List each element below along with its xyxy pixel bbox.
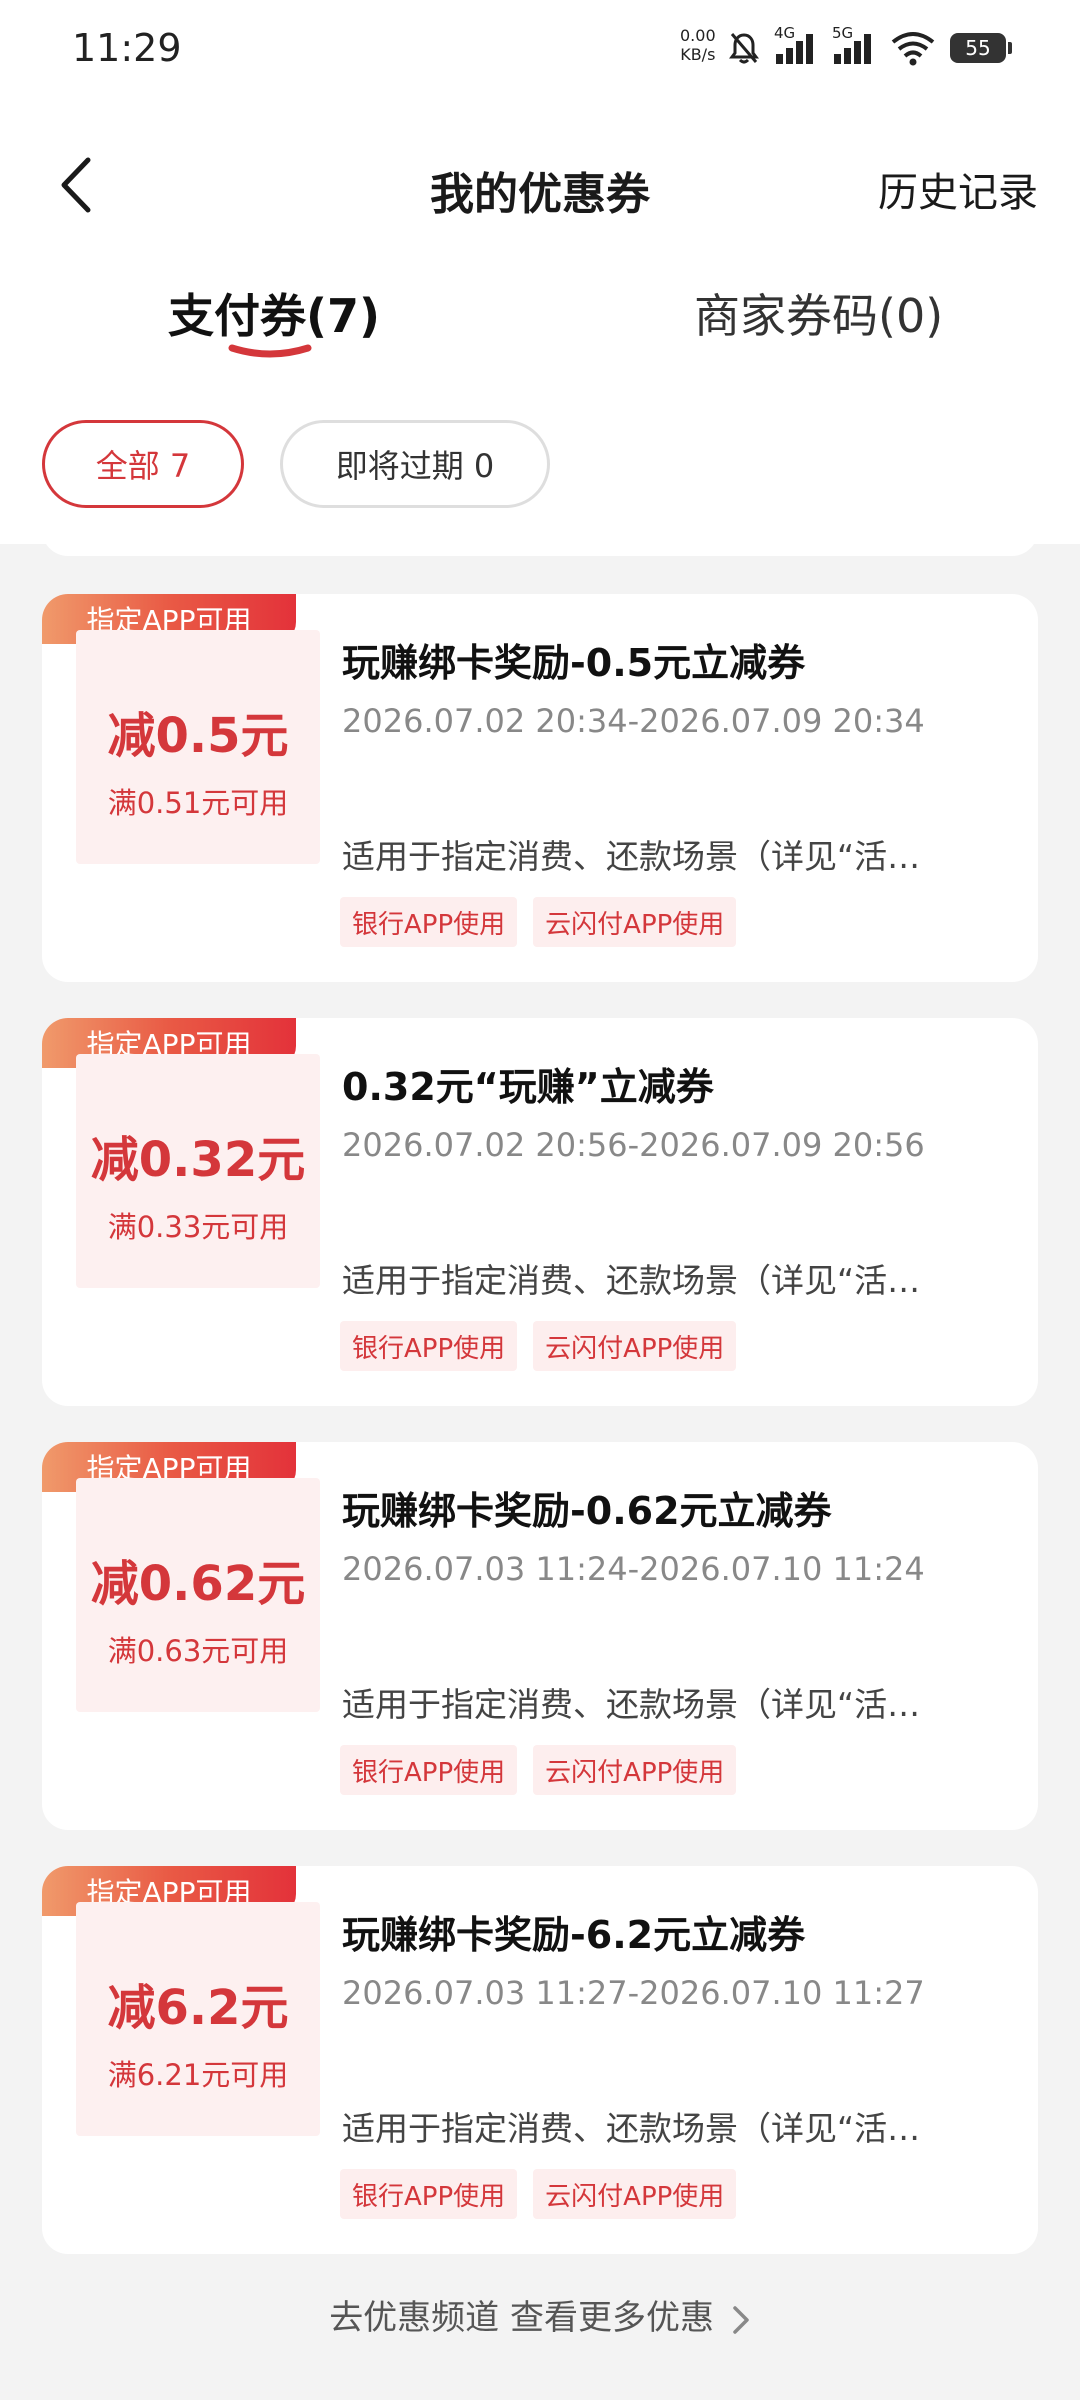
coupon-title: 玩赚绑卡奖励-6.2元立减券 (342, 1913, 806, 1957)
tab-label: 商家券码(0) (694, 289, 944, 343)
status-bar: 11:29 0.00 KB/s 4G 5G 55 (0, 0, 1080, 100)
tag-unionpay-app: 云闪付APP使用 (533, 897, 737, 947)
discount-box: 减0.32元 满0.33元可用 (76, 1054, 320, 1288)
status-icons: 4G 5G 55 (728, 24, 1012, 68)
discount-amount: 减0.32元 (90, 1132, 306, 1188)
coupon-card[interactable]: 指定APP可用 减0.5元 满0.51元可用 玩赚绑卡奖励-0.5元立减券 20… (42, 594, 1038, 982)
coupon-title: 玩赚绑卡奖励-0.5元立减券 (342, 641, 806, 685)
coupon-description: 适用于指定消费、还款场景（详见“活… (342, 1261, 921, 1300)
coupon-validity: 2026.07.03 11:24-2026.07.10 11:24 (342, 1550, 925, 1588)
net-speed-value: 0.00 (680, 26, 716, 45)
tag-bank-app: 银行APP使用 (340, 897, 518, 947)
coupon-tags: 银行APP使用 云闪付APP使用 (340, 897, 737, 947)
tab-payment-coupons[interactable]: 支付券(7) (168, 280, 381, 358)
coupon-tabs: 支付券(7) 商家券码(0) (0, 280, 1080, 380)
discount-box: 减0.5元 满0.51元可用 (76, 630, 320, 864)
coupon-card[interactable]: 指定APP可用 减0.62元 满0.63元可用 玩赚绑卡奖励-0.62元立减券 … (42, 1442, 1038, 1830)
battery-icon: 55 (950, 33, 1012, 63)
coupon-card[interactable]: 指定APP可用 减6.2元 满6.21元可用 玩赚绑卡奖励-6.2元立减券 20… (42, 1866, 1038, 2254)
tag-bank-app: 银行APP使用 (340, 1745, 518, 1795)
net-speed: 0.00 KB/s (680, 26, 716, 64)
coupon-title: 玩赚绑卡奖励-0.62元立减券 (342, 1489, 832, 1533)
discount-amount: 减6.2元 (107, 1980, 289, 2036)
filter-chips: 全部 7 即将过期 0 (42, 420, 550, 508)
bell-muted-icon (729, 33, 759, 64)
more-offers-label: 去优惠频道 查看更多优惠 (329, 2298, 714, 2338)
wifi-icon (891, 32, 935, 66)
discount-threshold: 满6.21元可用 (107, 2058, 289, 2092)
discount-box: 减6.2元 满6.21元可用 (76, 1902, 320, 2136)
discount-box: 减0.62元 满0.63元可用 (76, 1478, 320, 1712)
coupon-list: 指定APP可用 减0.5元 满0.51元可用 玩赚绑卡奖励-0.5元立减券 20… (42, 526, 1038, 2290)
chevron-right-icon (733, 2305, 749, 2334)
coupon-validity: 2026.07.02 20:56-2026.07.09 20:56 (342, 1126, 925, 1164)
tab-merchant-codes[interactable]: 商家券码(0) (694, 280, 943, 346)
coupon-card[interactable]: 指定APP可用 减0.32元 满0.33元可用 0.32元“玩赚”立减券 202… (42, 1018, 1038, 1406)
discount-threshold: 满0.33元可用 (107, 1210, 289, 1244)
coupon-description: 适用于指定消费、还款场景（详见“活… (342, 1685, 921, 1724)
signal-5g-label: 5G (832, 24, 854, 42)
coupon-card-partial (42, 526, 1038, 556)
discount-threshold: 满0.51元可用 (107, 786, 289, 820)
coupon-description: 适用于指定消费、还款场景（详见“活… (342, 2109, 921, 2148)
discount-amount: 减0.5元 (107, 708, 289, 764)
tag-bank-app: 银行APP使用 (340, 2169, 518, 2219)
coupon-validity: 2026.07.02 20:34-2026.07.09 20:34 (342, 702, 925, 740)
tag-bank-app: 银行APP使用 (340, 1321, 518, 1371)
discount-threshold: 满0.63元可用 (107, 1634, 289, 1668)
signal-4g-label: 4G (774, 24, 796, 42)
more-offers-link[interactable]: 去优惠频道 查看更多优惠 (0, 2290, 1080, 2339)
coupon-tags: 银行APP使用 云闪付APP使用 (340, 1321, 737, 1371)
tab-label: 支付券(7) (168, 289, 381, 343)
coupon-description: 适用于指定消费、还款场景（详见“活… (342, 837, 921, 876)
coupon-validity: 2026.07.03 11:27-2026.07.10 11:27 (342, 1974, 925, 2012)
coupon-title: 0.32元“玩赚”立减券 (342, 1065, 714, 1109)
signal-5g: 5G (832, 24, 876, 66)
tag-unionpay-app: 云闪付APP使用 (533, 2169, 737, 2219)
history-button[interactable]: 历史记录 (878, 160, 1038, 218)
nav-bar: 我的优惠券 历史记录 (0, 130, 1080, 240)
net-speed-unit: KB/s (680, 45, 716, 64)
status-time: 11:29 (72, 26, 182, 70)
filter-expiring-chip[interactable]: 即将过期 0 (280, 420, 550, 508)
tag-unionpay-app: 云闪付APP使用 (533, 1321, 737, 1371)
filter-all-chip[interactable]: 全部 7 (42, 420, 244, 508)
active-tab-indicator (228, 344, 312, 358)
discount-amount: 减0.62元 (90, 1556, 306, 1612)
coupon-tags: 银行APP使用 云闪付APP使用 (340, 2169, 737, 2219)
coupon-tags: 银行APP使用 云闪付APP使用 (340, 1745, 737, 1795)
tag-unionpay-app: 云闪付APP使用 (533, 1745, 737, 1795)
signal-4g: 4G (774, 24, 818, 66)
